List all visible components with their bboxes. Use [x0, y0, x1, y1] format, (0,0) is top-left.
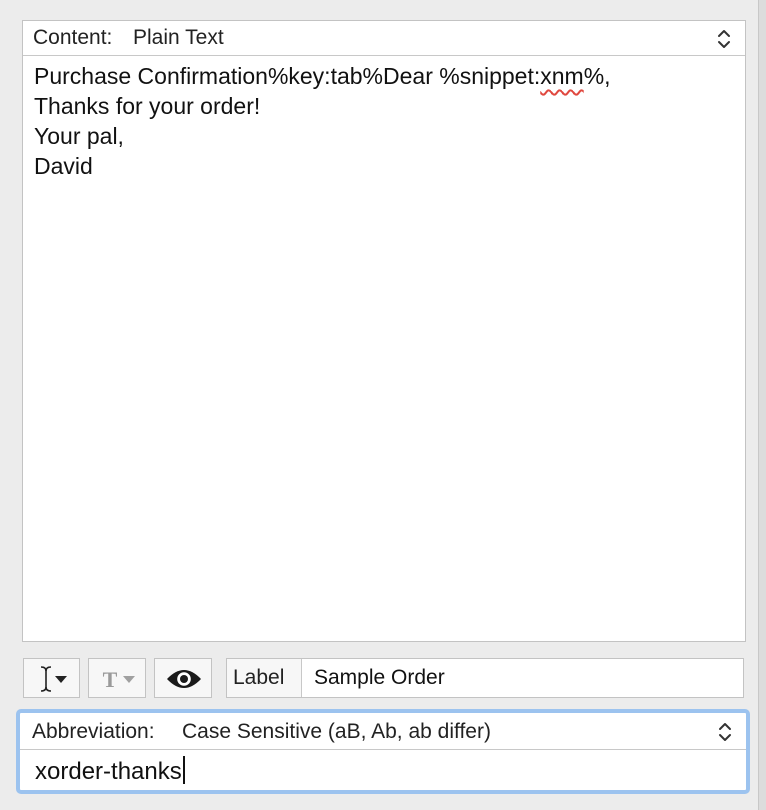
text-format-icon: T: [103, 668, 118, 690]
label-title: Label: [227, 659, 302, 697]
insert-macro-button[interactable]: [23, 658, 80, 698]
chevron-down-icon: [123, 676, 135, 683]
up-down-chevron-icon: [718, 30, 730, 48]
abbreviation-input[interactable]: xorder-thanks: [35, 755, 185, 789]
window-edge: [758, 0, 766, 810]
content-type-label: Content:: [33, 26, 113, 49]
snippet-content-editor[interactable]: Purchase Confirmation%key:tab%Dear %snip…: [34, 61, 734, 181]
abbreviation-label: Abbreviation:: [32, 720, 155, 743]
chevron-down-icon: [55, 676, 67, 683]
content-line: Your pal,: [34, 123, 124, 149]
up-down-chevron-icon: [719, 723, 731, 741]
content-panel: Content: Plain Text Purchase Confirmatio…: [22, 20, 746, 642]
text-cursor-icon: [40, 666, 52, 692]
abbreviation-mode-popup[interactable]: Abbreviation: Case Sensitive (aB, Ab, ab…: [20, 713, 746, 750]
abbreviation-mode-value: Case Sensitive (aB, Ab, ab differ): [182, 720, 491, 743]
content-line: Purchase Confirmation%key:tab%Dear %snip…: [34, 63, 611, 89]
preview-button[interactable]: [154, 658, 212, 698]
text-format-button[interactable]: T: [88, 658, 146, 698]
content-line: David: [34, 153, 93, 179]
abbreviation-text: xorder-thanks: [35, 758, 182, 785]
abbreviation-panel: Abbreviation: Case Sensitive (aB, Ab, ab…: [16, 709, 750, 794]
misspelled-word: xnm: [540, 63, 584, 89]
svg-text:T: T: [103, 668, 118, 690]
label-input[interactable]: Sample Order: [314, 659, 445, 697]
eye-icon: [167, 670, 201, 688]
text-caret: [182, 756, 185, 784]
content-line: Thanks for your order!: [34, 93, 261, 119]
label-field-group: Label Sample Order: [226, 658, 744, 698]
content-type-popup[interactable]: Content: Plain Text: [23, 21, 745, 56]
content-type-value: Plain Text: [133, 26, 224, 49]
